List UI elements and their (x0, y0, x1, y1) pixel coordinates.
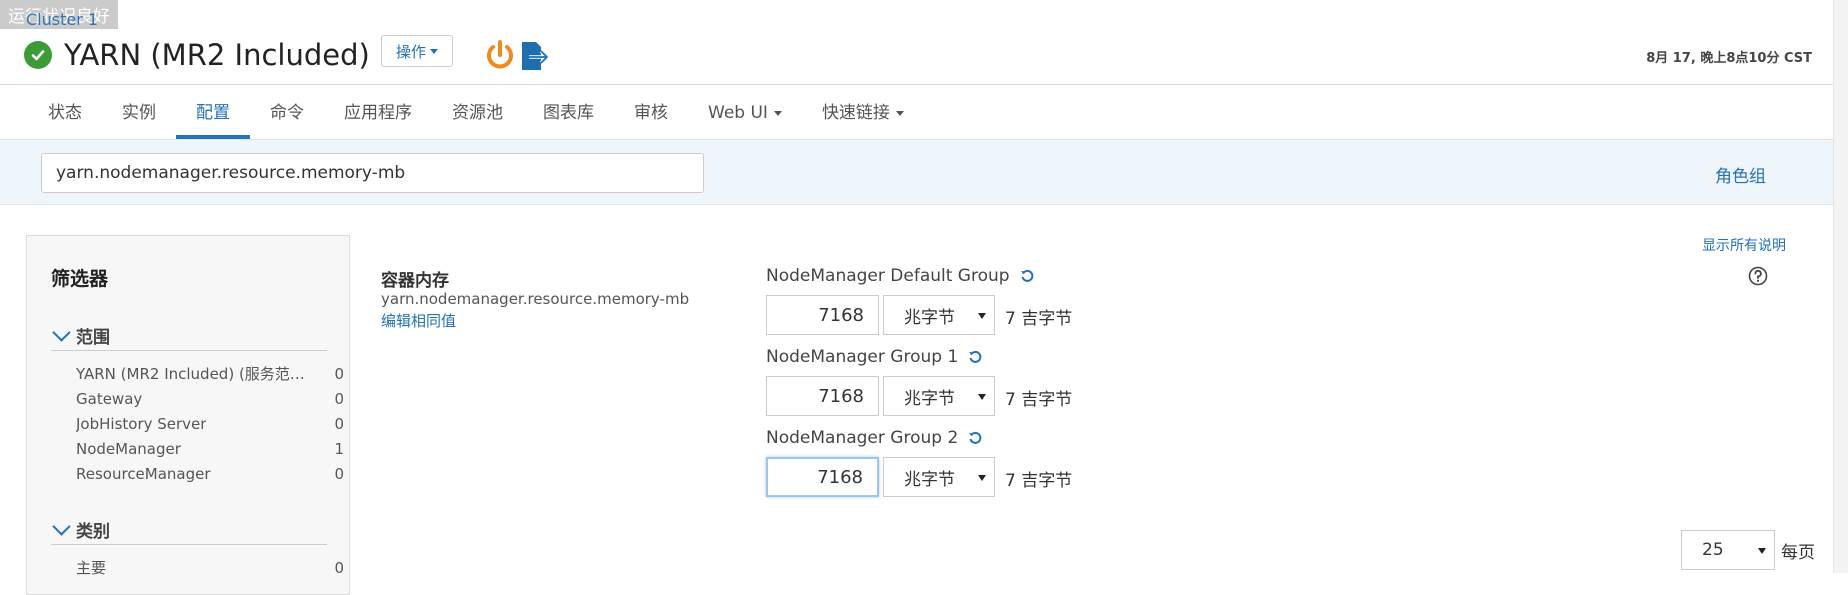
filter-item-count: 0 (334, 465, 344, 483)
status-ok-icon (24, 41, 52, 69)
filter-item-nodemanager[interactable]: NodeManager 1 (76, 437, 344, 462)
export-icon[interactable] (520, 38, 552, 72)
memory-value-input[interactable] (766, 295, 879, 335)
caret-down-icon (773, 110, 782, 116)
filter-item-label: NodeManager (76, 440, 181, 458)
power-icon[interactable] (484, 38, 516, 72)
dropdown-arrow-icon (978, 394, 986, 400)
role-group-name: NodeManager Group 2 (766, 428, 959, 448)
dropdown-arrow-icon (1758, 548, 1766, 554)
cluster-link[interactable]: Cluster 1 (26, 10, 98, 29)
filter-title: 筛选器 (51, 268, 109, 290)
tab-commands[interactable]: 命令 (250, 86, 324, 139)
tab-label: 配置 (196, 103, 230, 123)
tab-label: 图表库 (543, 103, 594, 123)
reset-icon[interactable] (1020, 269, 1034, 283)
tab-quick-links[interactable]: 快速链接 (802, 86, 924, 139)
tab-applications[interactable]: 应用程序 (324, 86, 432, 139)
unit-select[interactable]: 兆字节 (883, 295, 995, 335)
category-section-header[interactable]: 类别 (51, 514, 327, 545)
tab-web-ui[interactable]: Web UI (688, 86, 802, 139)
filter-panel: 筛选器 范围 YARN (MR2 Included) (服务范… 0 Gatew… (26, 235, 350, 595)
unit-select-value: 兆字节 (904, 307, 955, 328)
reset-icon[interactable] (968, 431, 982, 445)
scope-header-label: 范围 (76, 327, 110, 348)
scope-section-header[interactable]: 范围 (51, 320, 327, 351)
config-search-input[interactable] (41, 153, 704, 193)
role-group-label: NodeManager Default Group (766, 266, 1034, 286)
filter-item-label: Gateway (76, 390, 143, 408)
unit-select[interactable]: 兆字节 (883, 457, 995, 497)
tab-instances[interactable]: 实例 (102, 86, 176, 139)
tab-label: 应用程序 (344, 103, 412, 123)
role-group-label: NodeManager Group 1 (766, 347, 982, 367)
filter-item-count: 0 (334, 415, 344, 433)
header-divider (0, 84, 1848, 85)
unit-select-value: 兆字节 (904, 388, 955, 409)
tab-label: 审核 (634, 103, 668, 123)
property-display-name: 容器内存 (381, 271, 449, 291)
filter-item-resourcemanager[interactable]: ResourceManager 0 (76, 462, 344, 487)
timestamp: 8月 17, 晚上8点10分 CST (1646, 51, 1812, 66)
tab-resource-pools[interactable]: 资源池 (432, 86, 523, 139)
filter-item-count: 0 (334, 559, 344, 577)
tab-audits[interactable]: 审核 (614, 86, 688, 139)
per-page-label: 每页 (1781, 543, 1815, 563)
property-key: yarn.nodemanager.resource.memory-mb (381, 290, 690, 308)
unit-select-value: 兆字节 (904, 469, 955, 490)
tab-charts-library[interactable]: 图表库 (523, 86, 614, 139)
filter-item-main[interactable]: 主要 0 (76, 556, 344, 581)
edit-identical-values-link[interactable]: 编辑相同值 (381, 310, 456, 331)
dropdown-arrow-icon (978, 475, 986, 481)
actions-label: 操作 (395, 42, 426, 61)
page-size-select[interactable]: 25 (1681, 530, 1775, 570)
tab-label: 快速链接 (821, 103, 890, 123)
page-size-value: 25 (1702, 540, 1724, 560)
filter-item-jobhistory-server[interactable]: JobHistory Server 0 (76, 412, 344, 437)
tab-label: 命令 (270, 103, 304, 123)
filter-item-label: ResourceManager (76, 465, 211, 483)
tab-configuration[interactable]: 配置 (176, 86, 250, 139)
service-title: YARN (MR2 Included) (64, 38, 370, 72)
page-scrollbar[interactable] (1833, 0, 1848, 573)
category-header-label: 类别 (76, 521, 110, 542)
tab-label: 实例 (122, 103, 156, 123)
chevron-down-icon (52, 516, 71, 536)
filter-item-label: YARN (MR2 Included) (服务范… (76, 365, 305, 383)
filter-item-label: 主要 (76, 559, 107, 577)
human-readable-size: 7 吉字节 (1005, 309, 1073, 329)
role-group-name: NodeManager Group 1 (766, 347, 959, 367)
tab-label: 资源池 (452, 103, 503, 123)
help-icon[interactable] (1748, 266, 1768, 286)
caret-down-icon (430, 48, 438, 54)
human-readable-size: 7 吉字节 (1005, 471, 1073, 491)
show-all-descriptions-link[interactable]: 显示所有说明 (1702, 235, 1786, 255)
unit-select[interactable]: 兆字节 (883, 376, 995, 416)
role-group-name: NodeManager Default Group (766, 266, 1010, 286)
tab-status[interactable]: 状态 (28, 86, 102, 139)
role-group-label: NodeManager Group 2 (766, 428, 982, 448)
memory-value-input[interactable] (766, 376, 879, 416)
filter-item-count: 0 (334, 390, 344, 408)
tab-label: 状态 (48, 103, 82, 123)
tab-label: Web UI (708, 103, 768, 123)
chevron-down-icon (52, 322, 71, 342)
service-tabs: 状态 实例 配置 命令 应用程序 资源池 图表库 审核 Web UI 快速链接 (28, 86, 924, 139)
filter-item-yarn-service[interactable]: YARN (MR2 Included) (服务范… 0 (76, 362, 344, 387)
memory-value-input[interactable] (766, 457, 879, 497)
actions-dropdown-button[interactable]: 操作 (381, 35, 453, 67)
reset-icon[interactable] (968, 350, 982, 364)
human-readable-size: 7 吉字节 (1005, 390, 1073, 410)
caret-down-icon (895, 110, 904, 116)
filter-item-count: 0 (334, 365, 344, 383)
role-groups-link[interactable]: 角色组 (1715, 162, 1766, 187)
service-header: YARN (MR2 Included) (24, 32, 370, 78)
filter-item-count: 1 (334, 440, 344, 458)
search-band: 角色组 (0, 140, 1848, 205)
filter-item-gateway[interactable]: Gateway 0 (76, 387, 344, 412)
dropdown-arrow-icon (978, 313, 986, 319)
filter-item-label: JobHistory Server (76, 415, 207, 433)
